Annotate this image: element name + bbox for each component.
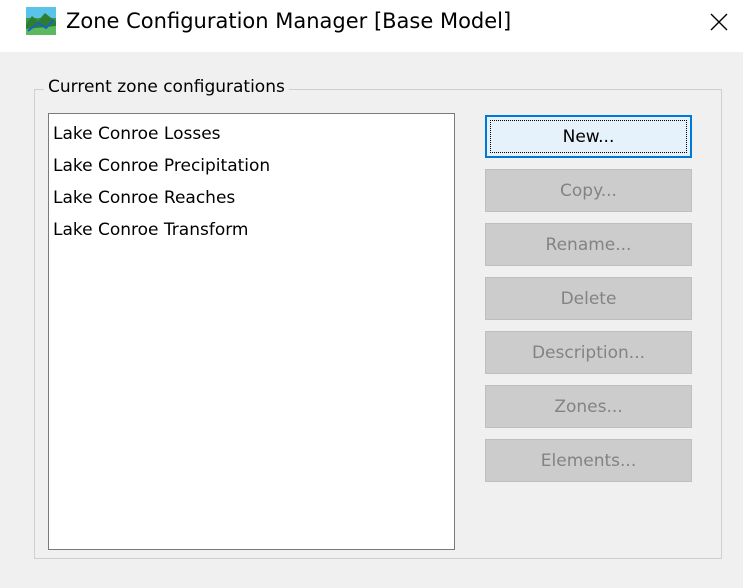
list-item[interactable]: Lake Conroe Losses [49, 118, 454, 150]
copy-button-label: Copy... [560, 180, 617, 201]
list-item[interactable]: Lake Conroe Reaches [49, 182, 454, 214]
window-title: Zone Configuration Manager [Base Model] [66, 9, 512, 33]
description-button[interactable]: Description... [485, 331, 692, 374]
title-bar: Zone Configuration Manager [Base Model] [0, 0, 743, 52]
delete-button[interactable]: Delete [485, 277, 692, 320]
rename-button-label: Rename... [545, 234, 632, 255]
delete-button-label: Delete [560, 288, 617, 309]
zones-button[interactable]: Zones... [485, 385, 692, 428]
elements-button-label: Elements... [540, 450, 637, 471]
elements-button[interactable]: Elements... [485, 439, 692, 482]
rename-button[interactable]: Rename... [485, 223, 692, 266]
close-icon [710, 13, 728, 31]
copy-button[interactable]: Copy... [485, 169, 692, 212]
configurations-list[interactable]: Lake Conroe Losses Lake Conroe Precipita… [48, 113, 455, 550]
close-button[interactable] [695, 0, 743, 44]
new-button-label: New... [562, 126, 615, 147]
group-label: Current zone configurations [44, 74, 289, 100]
landscape-app-icon [26, 7, 56, 35]
zones-button-label: Zones... [554, 396, 623, 417]
list-item[interactable]: Lake Conroe Precipitation [49, 150, 454, 182]
new-button[interactable]: New... [485, 115, 692, 158]
list-item[interactable]: Lake Conroe Transform [49, 214, 454, 246]
description-button-label: Description... [531, 342, 646, 363]
